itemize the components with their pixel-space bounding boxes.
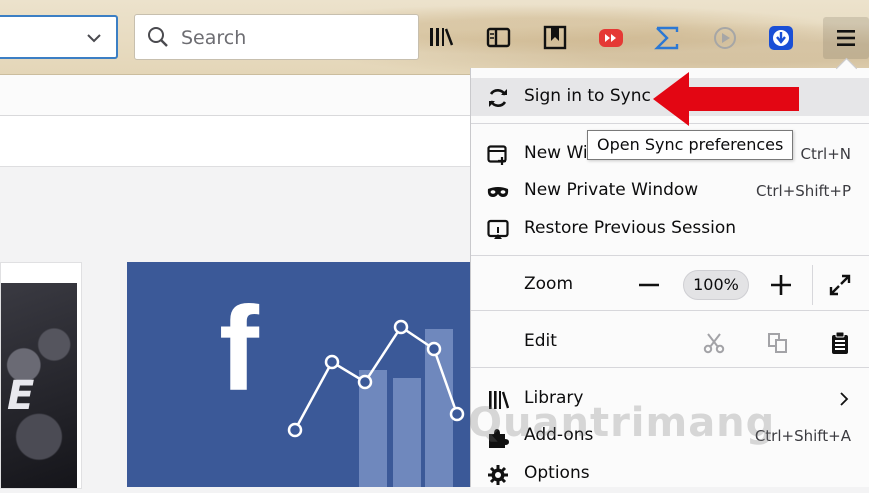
search-box[interactable]	[134, 14, 419, 60]
menu-separator	[471, 255, 869, 256]
menu-item-addons[interactable]: Add-ons Ctrl+Shift+A	[471, 417, 869, 455]
addons-label: Add-ons	[524, 425, 594, 445]
hamburger-menu-icon	[837, 30, 855, 46]
zoom-out-icon[interactable]	[637, 273, 661, 297]
options-label: Options	[524, 463, 590, 483]
menu-separator	[471, 310, 869, 311]
top-site-tile[interactable]: E	[0, 262, 82, 489]
download-manager-icon[interactable]	[768, 25, 794, 51]
facebook-tile[interactable]: f	[127, 262, 470, 487]
private-mask-icon	[487, 187, 509, 197]
search-input[interactable]	[179, 24, 403, 52]
url-bar-dropdown[interactable]	[0, 15, 118, 59]
new-private-window-label: New Private Window	[524, 180, 699, 200]
menu-item-restore-session[interactable]: Restore Previous Session	[471, 210, 869, 248]
sync-icon	[489, 89, 507, 107]
zoom-in-icon[interactable]	[769, 273, 793, 297]
zoom-reset-button[interactable]: 100%	[683, 270, 749, 300]
puzzle-piece-icon	[489, 429, 509, 448]
restore-session-label: Restore Previous Session	[524, 218, 737, 238]
sign-in-sync-label: Sign in to Sync	[524, 86, 651, 106]
new-private-window-shortcut: Ctrl+Shift+P	[756, 182, 851, 200]
gear-icon	[488, 465, 508, 485]
menu-item-zoom: Zoom	[471, 266, 869, 304]
menu-item-edit: Edit	[471, 323, 869, 361]
new-window-label: New Wi	[524, 143, 588, 163]
paste-icon[interactable]	[829, 331, 851, 355]
zoom-label: Zoom	[524, 274, 574, 294]
menu-separator	[471, 367, 869, 368]
facebook-f-letter: f	[219, 282, 260, 416]
addons-shortcut: Ctrl+Shift+A	[754, 427, 851, 445]
browser-toolbar	[0, 0, 869, 75]
restore-session-icon	[487, 219, 509, 239]
hamburger-menu-button[interactable]	[823, 17, 869, 59]
chevron-right-icon	[840, 392, 849, 406]
chevron-down-icon[interactable]	[86, 30, 102, 46]
edit-label: Edit	[524, 331, 557, 351]
menu-item-options[interactable]: Options	[471, 455, 869, 493]
new-window-shortcut: Ctrl+N	[800, 145, 851, 163]
sync-tooltip: Open Sync preferences	[587, 130, 794, 160]
library-icon	[489, 391, 509, 409]
search-icon	[148, 27, 168, 47]
youtube-download-icon[interactable]	[598, 25, 624, 51]
media-play-icon[interactable]	[712, 25, 738, 51]
menu-item-library[interactable]: Library	[471, 380, 869, 418]
new-window-icon	[487, 145, 507, 165]
sidebar-icon[interactable]	[486, 25, 512, 51]
sigma-icon[interactable]	[654, 25, 680, 51]
fullscreen-icon[interactable]	[828, 273, 852, 297]
cut-icon[interactable]	[703, 332, 725, 354]
library-label: Library	[524, 388, 584, 408]
reader-view-icon[interactable]	[542, 25, 568, 51]
content-header-bar	[0, 75, 470, 116]
red-arrow-annotation	[653, 72, 799, 126]
zoom-divider	[812, 265, 813, 305]
copy-icon[interactable]	[767, 332, 789, 354]
menu-item-new-private-window[interactable]: New Private Window Ctrl+Shift+P	[471, 172, 869, 210]
tile-brand-text: E	[7, 373, 36, 419]
facebook-logo-graphic: f	[219, 282, 465, 487]
library-icon[interactable]	[428, 25, 454, 51]
content-search-strip[interactable]	[0, 116, 470, 167]
